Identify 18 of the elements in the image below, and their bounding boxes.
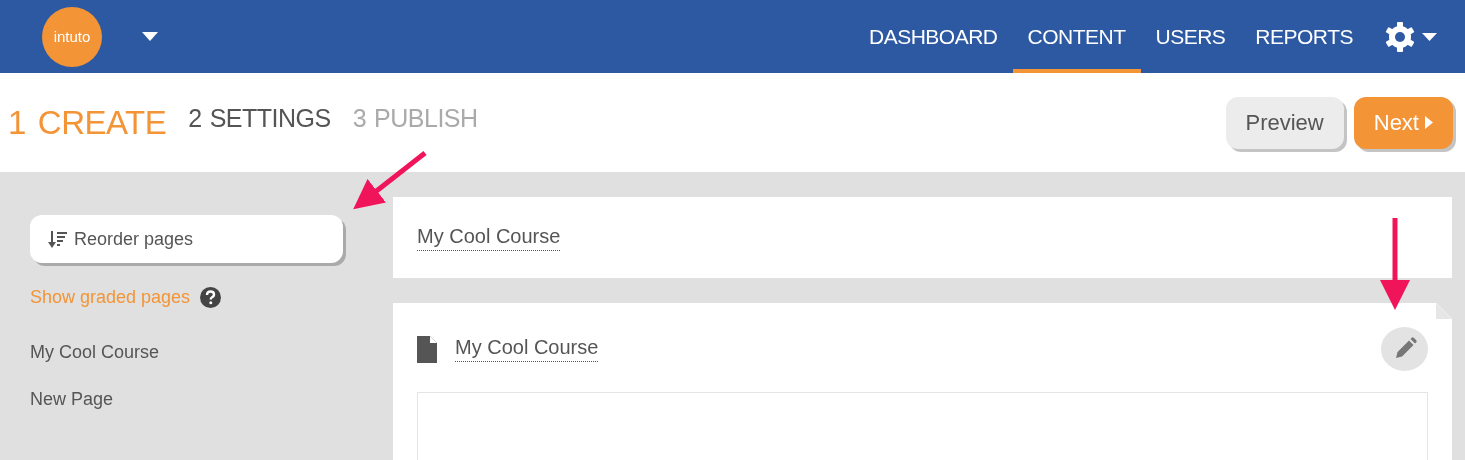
page-link[interactable]: New Page bbox=[30, 389, 343, 410]
sort-icon bbox=[48, 230, 68, 248]
course-title[interactable]: My Cool Course bbox=[417, 224, 561, 251]
edit-button[interactable] bbox=[1381, 327, 1428, 371]
preview-button[interactable]: Preview bbox=[1225, 96, 1344, 149]
help-icon[interactable] bbox=[200, 287, 222, 308]
step-tab[interactable]: 2 SETTINGS bbox=[188, 103, 331, 142]
nav-tab[interactable]: DASHBOARD bbox=[853, 0, 1013, 73]
caret-icon[interactable] bbox=[1422, 32, 1437, 41]
file-icon bbox=[417, 335, 437, 363]
reorder-pages-button[interactable]: Reorder pages bbox=[30, 215, 343, 263]
page-title[interactable]: My Cool Course bbox=[455, 336, 599, 362]
caret-icon[interactable] bbox=[142, 32, 158, 41]
caret-icon bbox=[1425, 116, 1433, 129]
nav-tab[interactable]: REPORTS bbox=[1240, 0, 1368, 73]
settings-icon[interactable] bbox=[1384, 20, 1416, 53]
page-link[interactable]: My Cool Course bbox=[30, 342, 343, 363]
nav-tab[interactable]: USERS bbox=[1140, 0, 1241, 73]
